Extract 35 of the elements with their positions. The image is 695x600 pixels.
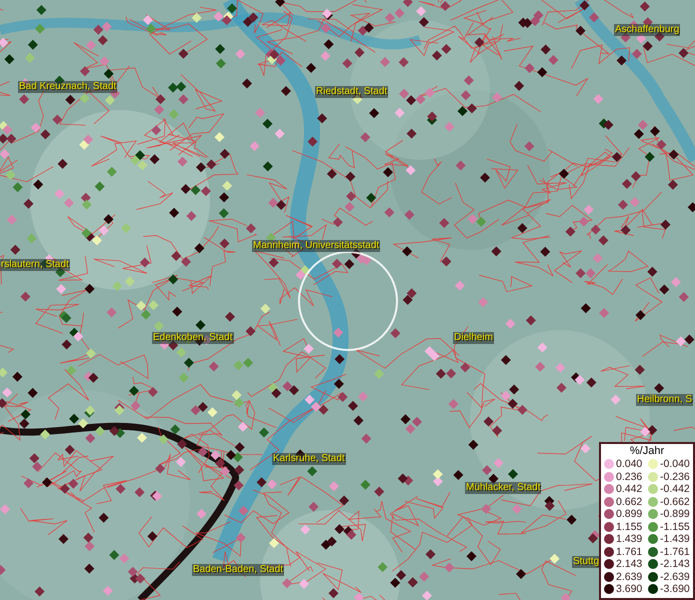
place-label: Dielheim (453, 332, 494, 344)
legend-value: -2.143 (660, 558, 690, 570)
place-label: Aschaffenburg (614, 24, 680, 36)
legend-value: 3.690 (616, 583, 642, 596)
legend-value: 0.662 (616, 496, 642, 508)
legend-value: 1.439 (616, 533, 642, 546)
legend-value: 0.040 (616, 458, 642, 470)
place-label: Mannheim, Universitätsstadt (252, 240, 380, 252)
place-label: Stuttg (572, 556, 600, 568)
legend-value: 0.899 (616, 508, 642, 520)
place-label: rslautern, Stadt (0, 259, 70, 271)
legend-title: %/Jahr (628, 445, 666, 458)
legend-value: -3.690 (660, 583, 690, 596)
legend-value: 1.761 (616, 546, 642, 558)
legend-value: 2.639 (616, 570, 642, 583)
legend-value: -1.439 (660, 533, 690, 546)
place-label: Mühlacker, Stadt (465, 482, 542, 494)
legend-value: -0.040 (660, 458, 690, 470)
place-label: Baden-Baden, Stadt (192, 564, 284, 576)
place-label: Edenkoben, Stadt (152, 332, 234, 344)
legend-value: 1.155 (616, 520, 642, 533)
legend-value: -0.442 (660, 483, 690, 496)
legend-value: 0.236 (616, 470, 642, 483)
place-label: Heilbronn, S (636, 394, 694, 406)
legend-value: -0.662 (660, 496, 690, 508)
legend-value: -2.639 (660, 570, 690, 583)
legend-value: -0.899 (660, 508, 690, 520)
legend-value: 2.143 (616, 558, 642, 570)
place-label: Riedstadt, Stadt (315, 86, 388, 98)
place-label: Karlsruhe, Stadt (272, 453, 346, 465)
legend-value: -0.236 (660, 470, 690, 483)
place-label: Bad Kreuznach, Stadt (18, 81, 118, 93)
legend-value: -1.761 (660, 546, 690, 558)
legend-value: 0.442 (616, 483, 642, 496)
legend-value: -1.155 (660, 520, 690, 533)
